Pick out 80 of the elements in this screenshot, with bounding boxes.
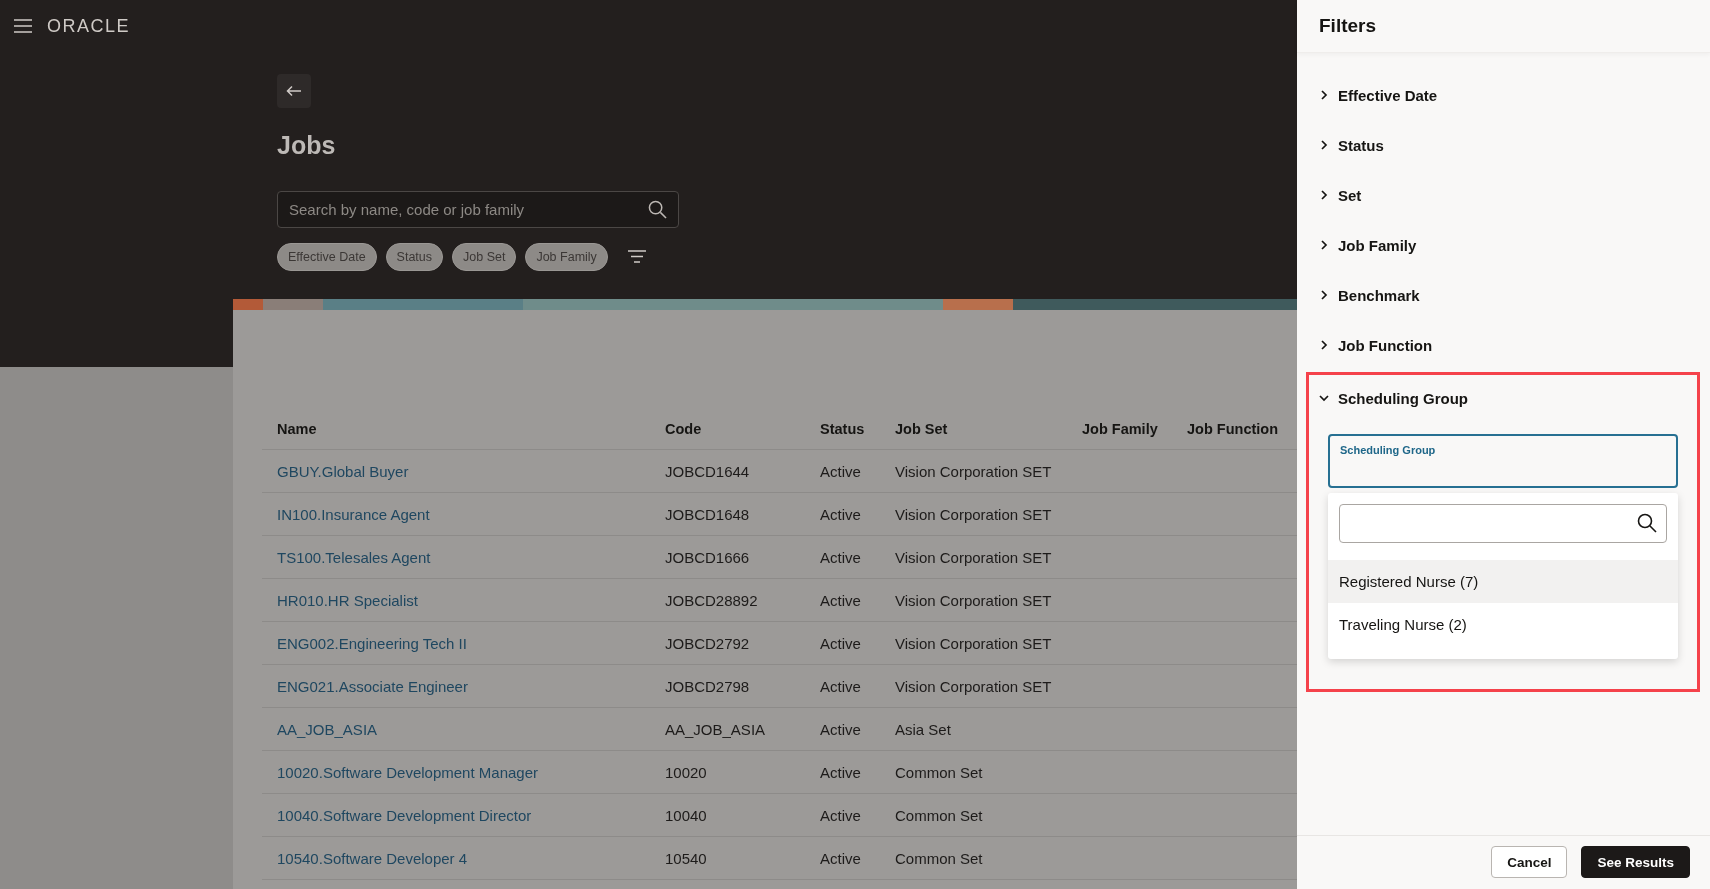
- column-header: Job Family: [1082, 420, 1159, 437]
- job-link[interactable]: TS100.Telesales Agent: [277, 548, 431, 566]
- table-cell-text: Vision Corporation SET: [895, 677, 1053, 695]
- menu-icon[interactable]: [14, 19, 32, 33]
- chevron-down-icon: [1319, 393, 1329, 403]
- page-title: Jobs: [277, 130, 337, 160]
- job-link[interactable]: ENG002.Engineering Tech II: [277, 634, 467, 652]
- table-cell-text: JOBCD2798: [665, 677, 751, 695]
- drawer-title: Filters: [1319, 15, 1377, 37]
- filter-chip[interactable]: Effective Date: [277, 243, 377, 271]
- table-cell-text: Common Set: [895, 806, 984, 824]
- chevron-right-icon: [1319, 340, 1329, 350]
- table-cell-text: Active: [820, 849, 862, 867]
- table-cell-text: JOBCD2792: [665, 634, 751, 652]
- chevron-right-icon: [1319, 290, 1329, 300]
- table-cell-text: Active: [820, 462, 862, 480]
- table-cell-text: Active: [820, 591, 862, 609]
- dropdown-option[interactable]: Traveling Nurse (2): [1328, 603, 1678, 646]
- table-cell-text: Common Set: [895, 763, 984, 781]
- filter-chip[interactable]: Status: [385, 243, 444, 271]
- table-cell-text: Active: [820, 548, 862, 566]
- table-cell-text: AA_JOB_ASIA: [665, 720, 767, 738]
- column-header: Name: [277, 420, 318, 437]
- job-link[interactable]: 10540.Software Developer 4: [277, 849, 468, 867]
- job-link[interactable]: ENG021.Associate Engineer: [277, 677, 468, 695]
- chevron-right-icon: [1319, 90, 1329, 100]
- job-link[interactable]: IN100.Insurance Agent: [277, 505, 430, 523]
- table-cell-text: JOBCD1648: [665, 505, 751, 523]
- table-cell-text: Active: [820, 720, 862, 738]
- table-cell-text: Active: [820, 505, 862, 523]
- filter-chip[interactable]: Job Set: [452, 243, 517, 271]
- dropdown-search-field[interactable]: [1339, 504, 1667, 543]
- filter-section-toggle[interactable]: Benchmark: [1319, 270, 1420, 320]
- chevron-right-icon: [1319, 140, 1329, 150]
- table-cell-text: Vision Corporation SET: [895, 591, 1053, 609]
- table-cell-text: Common Set: [895, 849, 984, 867]
- search-field[interactable]: Search by name, code or job family: [277, 191, 679, 228]
- table-cell-text: Active: [820, 634, 862, 652]
- cancel-button[interactable]: Cancel: [1491, 846, 1568, 878]
- job-link[interactable]: HR010.HR Specialist: [277, 591, 418, 609]
- table-cell-text: Vision Corporation SET: [895, 462, 1053, 480]
- dropdown-option[interactable]: Registered Nurse (7): [1328, 560, 1678, 603]
- logo: ORACLE: [47, 15, 131, 37]
- job-link[interactable]: GBUY.Global Buyer: [277, 462, 409, 480]
- job-link[interactable]: 10020.Software Development Manager: [277, 763, 538, 781]
- table-cell-text: Active: [820, 806, 862, 824]
- table-cell-text: Active: [820, 763, 862, 781]
- table-cell-text: 10020: [665, 763, 708, 781]
- table-cell-text: JOBCD1644: [665, 462, 751, 480]
- table-cell-text: Vision Corporation SET: [895, 634, 1053, 652]
- chevron-right-icon: [1319, 240, 1329, 250]
- filter-section-toggle[interactable]: Job Function: [1319, 320, 1433, 370]
- filter-section-toggle[interactable]: Status: [1319, 120, 1384, 170]
- table-cell-text: 10040: [665, 806, 708, 824]
- column-header: Job Function: [1187, 420, 1279, 437]
- filter-icon[interactable]: [626, 250, 647, 264]
- table-cell-text: Vision Corporation SET: [895, 548, 1053, 566]
- column-header: Status: [820, 420, 866, 437]
- filter-section-toggle[interactable]: Scheduling Group: [1319, 375, 1468, 421]
- table-cell-text: 10540: [665, 849, 708, 867]
- table-cell-text: Active: [820, 677, 862, 695]
- table-cell-text: Vision Corporation SET: [895, 505, 1053, 523]
- search-icon: [1637, 513, 1657, 533]
- back-arrow-icon: [286, 85, 302, 97]
- select-field[interactable]: Scheduling Group: [1328, 434, 1678, 488]
- back-button[interactable]: [277, 74, 311, 108]
- see-results-button[interactable]: See Results: [1581, 846, 1690, 878]
- table-cell-text: JOBCD28892: [665, 591, 759, 609]
- table-cell-text: Asia Set: [895, 720, 952, 738]
- column-header: Code: [665, 420, 703, 437]
- filter-section-toggle[interactable]: Job Family: [1319, 220, 1417, 270]
- chevron-right-icon: [1319, 190, 1329, 200]
- search-icon[interactable]: [648, 200, 667, 219]
- job-link[interactable]: 10040.Software Development Director: [277, 806, 532, 824]
- column-header: Job Set: [895, 420, 949, 437]
- filter-section-toggle[interactable]: Set: [1319, 170, 1362, 220]
- filter-chip[interactable]: Job Family: [525, 243, 608, 271]
- filter-section-toggle[interactable]: Effective Date: [1319, 70, 1438, 120]
- table-cell-text: JOBCD1666: [665, 548, 751, 566]
- job-link[interactable]: AA_JOB_ASIA: [277, 720, 378, 738]
